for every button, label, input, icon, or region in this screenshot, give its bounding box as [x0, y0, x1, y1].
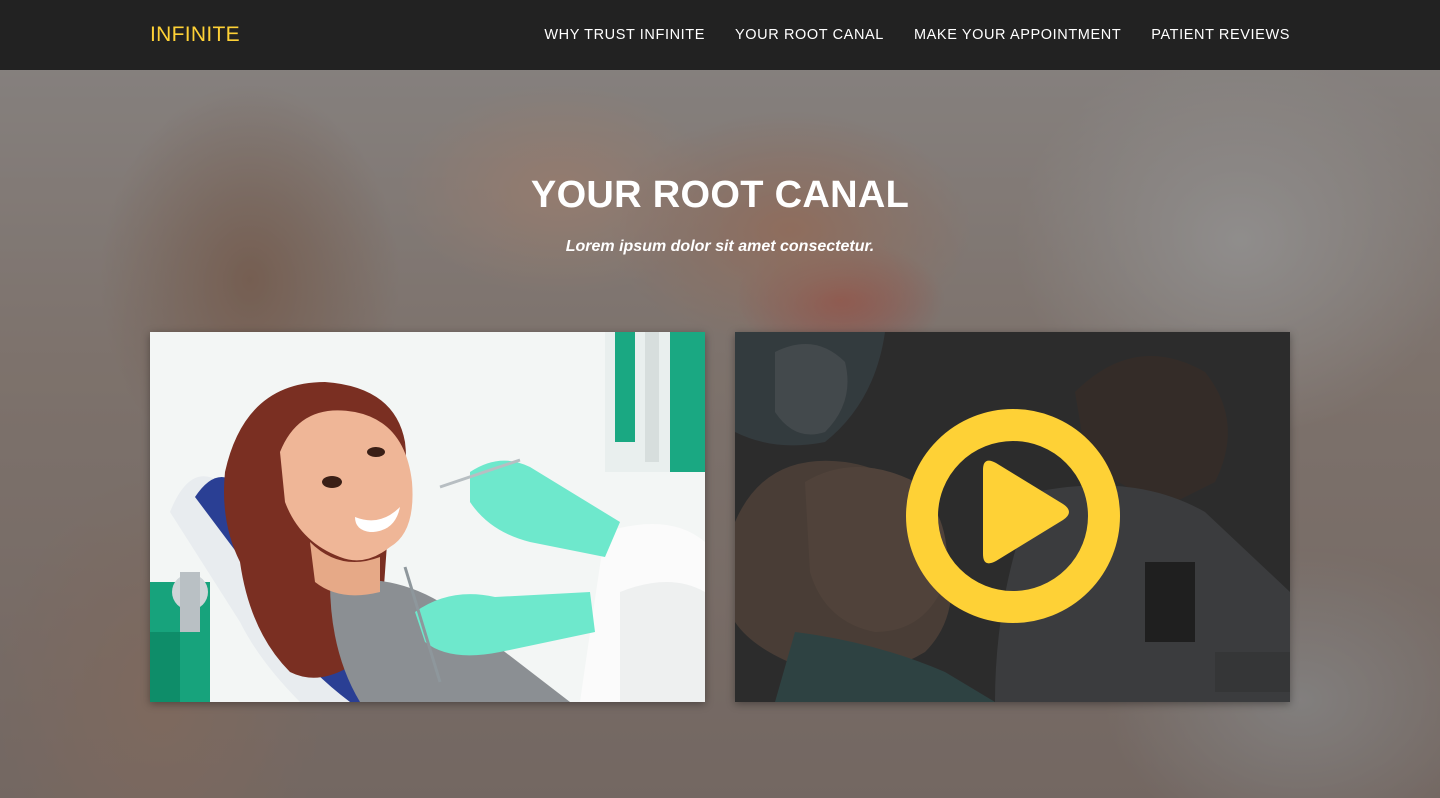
patient-in-dental-chair-image [150, 332, 705, 702]
nav-link-patient-reviews[interactable]: PATIENT REVIEWS [1151, 27, 1290, 43]
section-heading: YOUR ROOT CANAL [530, 174, 910, 216]
section-subheading: Lorem ipsum dolor sit amet consectetur. [565, 238, 875, 255]
brand-logo[interactable]: INFINITE [150, 22, 240, 48]
nav-item-why-trust: WHY TRUST INFINITE [544, 26, 705, 44]
page: INFINITE WHY TRUST INFINITE YOUR ROOT CA… [0, 0, 1440, 798]
navbar: INFINITE WHY TRUST INFINITE YOUR ROOT CA… [0, 0, 1440, 70]
nav-link-why-trust-infinite[interactable]: WHY TRUST INFINITE [544, 27, 705, 43]
video-card[interactable] [735, 332, 1290, 702]
patient-photo-card [150, 332, 705, 702]
nav-item-appointment: MAKE YOUR APPOINTMENT [914, 26, 1121, 44]
nav-item-root-canal: YOUR ROOT CANAL [735, 26, 884, 44]
nav-link-make-your-appointment[interactable]: MAKE YOUR APPOINTMENT [914, 27, 1121, 43]
nav-link-your-root-canal[interactable]: YOUR ROOT CANAL [735, 27, 884, 43]
nav-links: WHY TRUST INFINITE YOUR ROOT CANAL MAKE … [544, 26, 1290, 44]
play-icon[interactable] [905, 408, 1121, 624]
nav-item-reviews: PATIENT REVIEWS [1151, 26, 1290, 44]
